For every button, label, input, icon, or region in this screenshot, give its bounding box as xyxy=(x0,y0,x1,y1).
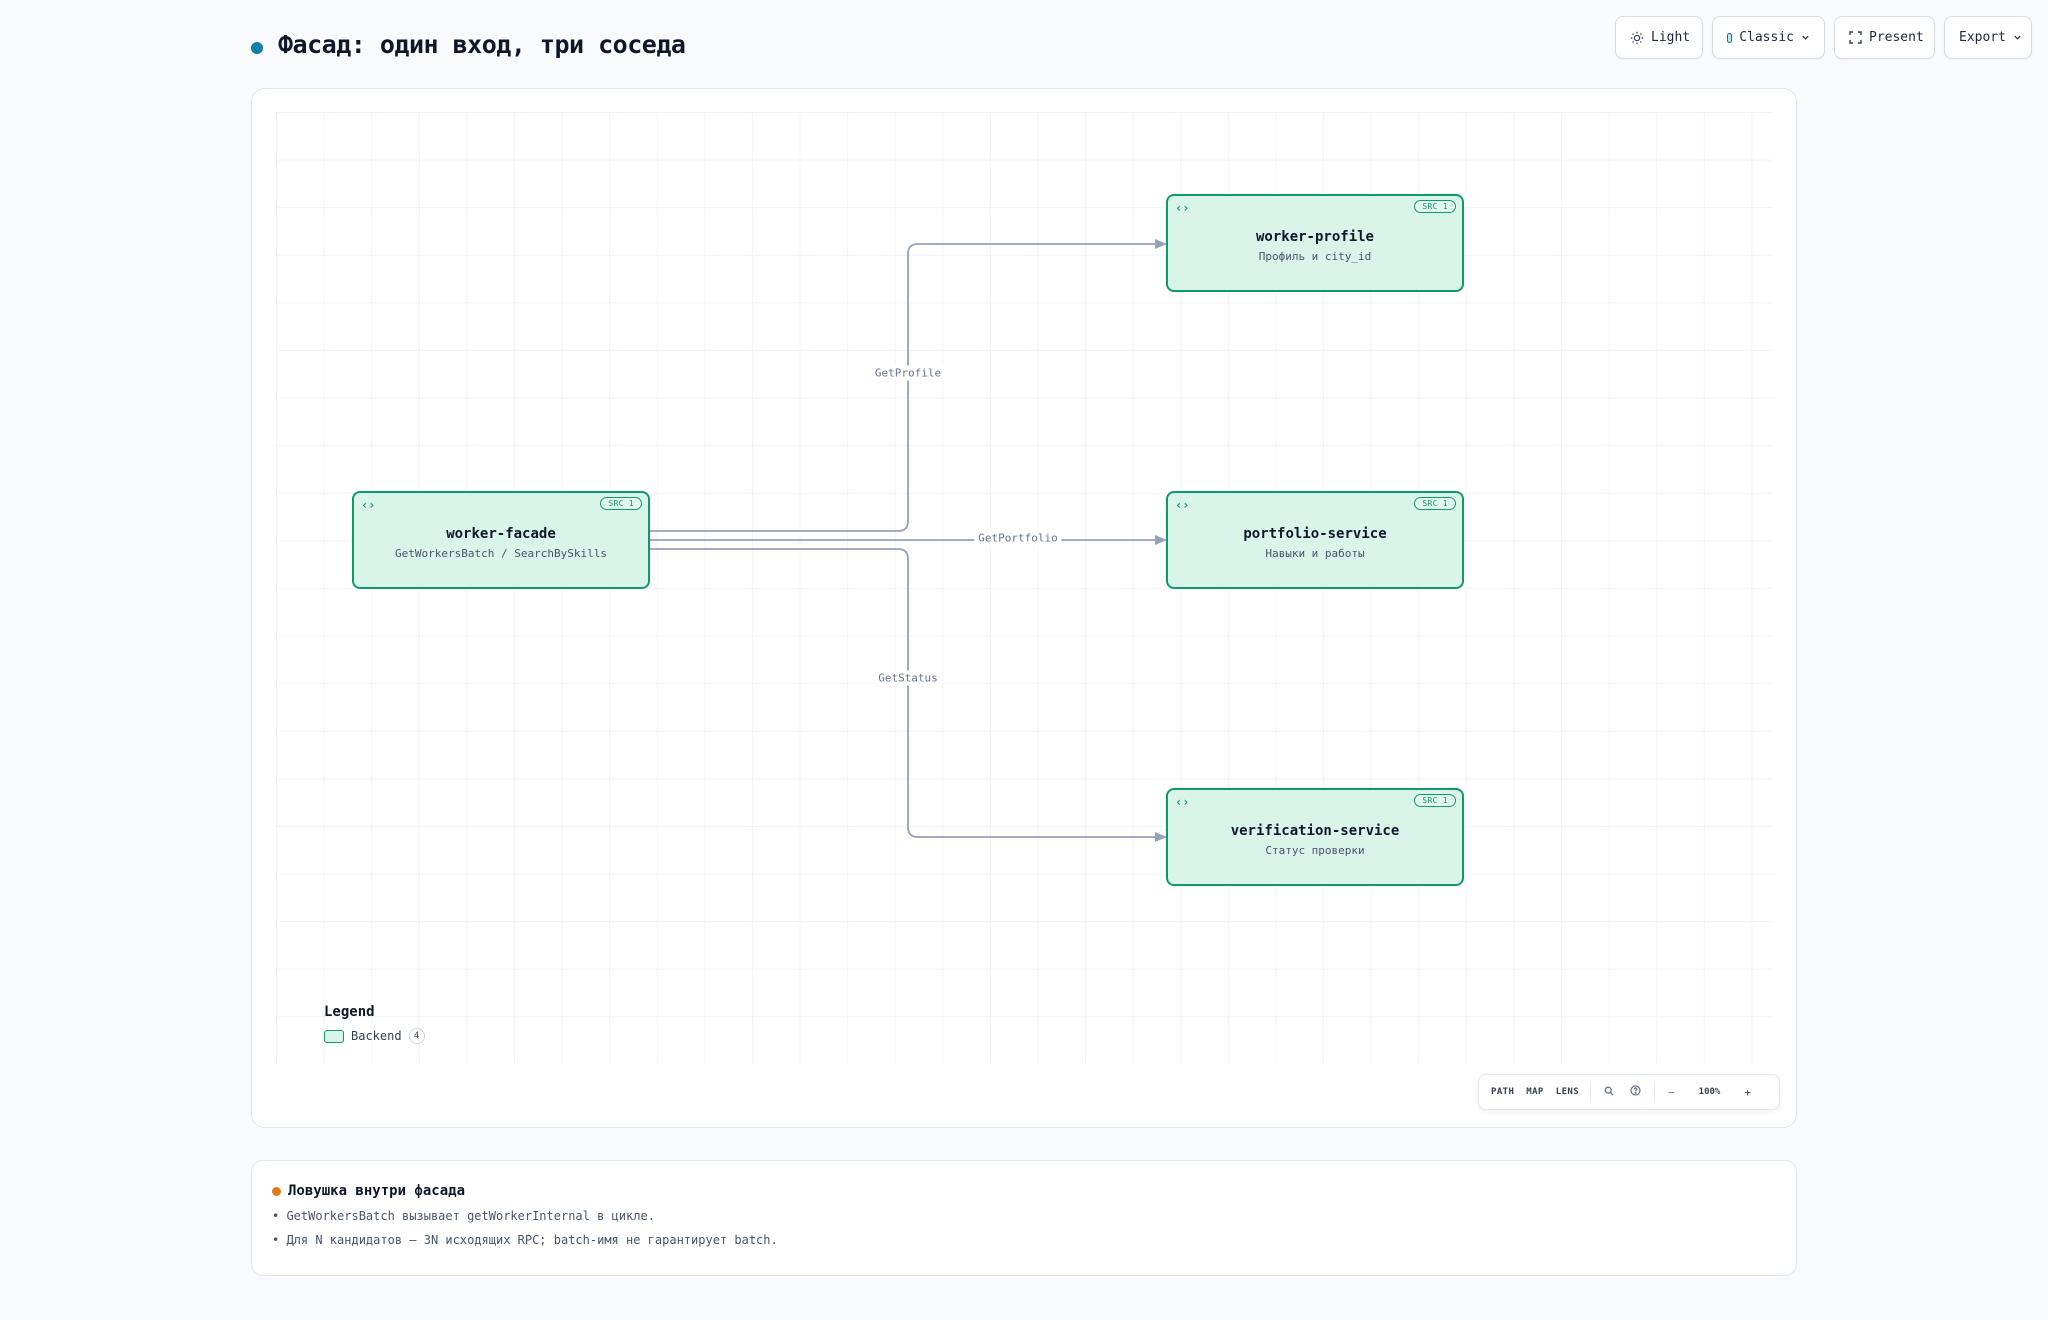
search-icon[interactable] xyxy=(1596,1086,1622,1099)
node-subtitle: Навыки и работы xyxy=(1265,547,1365,560)
zoom-in-button[interactable]: + xyxy=(1736,1086,1759,1099)
code-icon: ‹› xyxy=(1175,795,1190,809)
legend-item-count: 4 xyxy=(408,1028,425,1044)
edge-label-get-portfolio: GetPortfolio xyxy=(974,530,1062,546)
src-badge: SRC 1 xyxy=(600,497,642,510)
warning-dot xyxy=(272,1186,281,1196)
note-title: Ловушка внутри фасада xyxy=(288,1183,466,1199)
node-worker-profile[interactable]: ‹› SRC 1 worker-profile Профиль и city_i… xyxy=(1166,194,1464,292)
src-badge: SRC 1 xyxy=(1414,200,1456,213)
src-badge: SRC 1 xyxy=(1414,497,1456,510)
code-icon: ‹› xyxy=(1175,201,1190,215)
code-icon: ‹› xyxy=(1175,498,1190,512)
edge-get-profile[interactable] xyxy=(650,239,1167,532)
legend-swatch xyxy=(324,1029,344,1043)
node-portfolio-service[interactable]: ‹› SRC 1 portfolio-service Навыки и рабо… xyxy=(1166,491,1464,589)
node-title: portfolio-service xyxy=(1243,526,1387,542)
lens-mode-button[interactable]: LENS xyxy=(1550,1087,1585,1097)
edge-label-get-profile: GetProfile xyxy=(870,365,946,381)
node-subtitle: Статус проверки xyxy=(1265,844,1365,857)
map-mode-button[interactable]: MAP xyxy=(1520,1087,1549,1097)
node-verification-service[interactable]: ‹› SRC 1 verification-service Статус про… xyxy=(1166,788,1464,886)
path-mode-button[interactable]: PATH xyxy=(1485,1087,1520,1097)
edges-layer xyxy=(650,239,1167,842)
legend-item-backend[interactable]: Backend 4 xyxy=(324,1028,425,1044)
legend: Legend Backend 4 xyxy=(324,1004,425,1044)
node-subtitle: Профиль и city_id xyxy=(1258,250,1372,263)
note-line: • GetWorkersBatch вызывает getWorkerInte… xyxy=(272,1209,655,1223)
src-badge: SRC 1 xyxy=(1414,794,1456,807)
note-card: Ловушка внутри фасада • GetWorkersBatch … xyxy=(251,1160,1797,1276)
edge-label-get-status: GetStatus xyxy=(874,670,942,686)
note-header: Ловушка внутри фасада xyxy=(272,1183,1776,1199)
node-title: verification-service xyxy=(1230,823,1400,839)
node-worker-facade[interactable]: ‹› SRC 1 worker-facade GetWorkersBatch /… xyxy=(352,491,650,589)
legend-title: Legend xyxy=(324,1004,375,1020)
canvas-toolbar: PATH MAP LENS − 100% + xyxy=(1478,1074,1780,1110)
note-line: • Для N кандидатов — 3N исходящих RPC; b… xyxy=(272,1233,778,1247)
code-icon: ‹› xyxy=(361,498,376,512)
zoom-out-button[interactable]: − xyxy=(1660,1086,1683,1099)
node-title: worker-profile xyxy=(1255,229,1374,245)
node-title: worker-facade xyxy=(446,526,556,542)
edge-get-status[interactable] xyxy=(650,548,1167,842)
node-subtitle: GetWorkersBatch / SearchBySkills xyxy=(395,547,607,560)
help-icon[interactable] xyxy=(1622,1085,1649,1099)
toolbar-divider xyxy=(1654,1083,1656,1101)
zoom-level: 100% xyxy=(1698,1087,1721,1097)
toolbar-divider xyxy=(1590,1083,1592,1101)
legend-item-label: Backend xyxy=(351,1029,402,1043)
